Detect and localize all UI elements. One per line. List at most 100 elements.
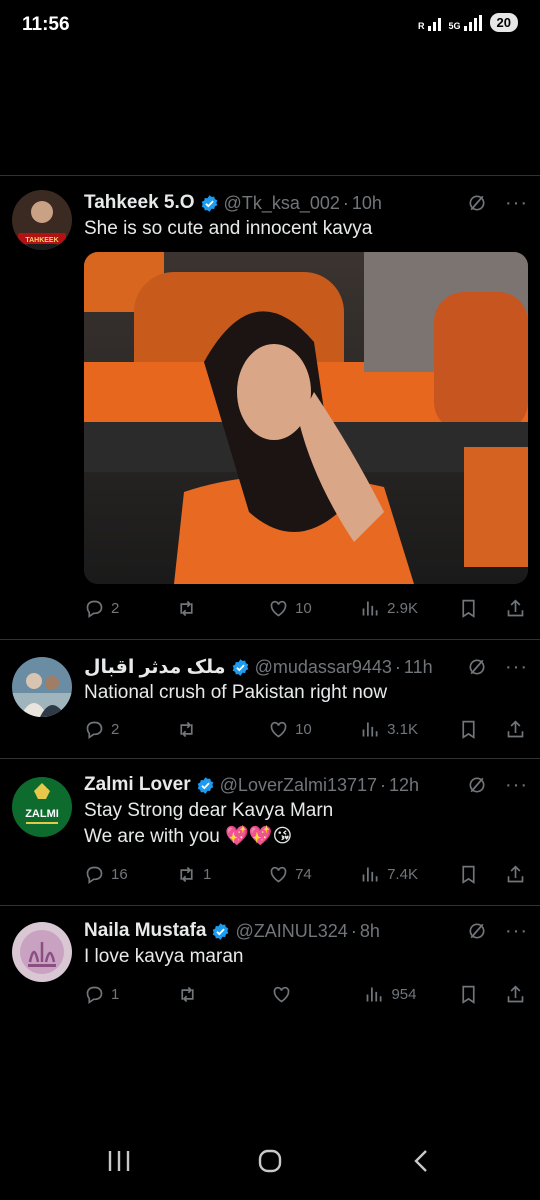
view-count: 7.4K [387,865,418,883]
recent-apps-icon [108,1151,130,1171]
battery-indicator: 20 [489,13,518,32]
reply-count: 16 [111,865,128,883]
share-button[interactable] [505,598,526,619]
reply-button[interactable]: 2 [84,598,136,619]
tweet-text: National crush of Pakistan right now [84,682,388,703]
author-handle[interactable]: @ZAINUL324 [235,921,347,942]
like-button[interactable] [271,984,323,1005]
heart-icon [270,721,287,737]
reply-button[interactable]: 16 [84,864,136,885]
avatar-logo-text: ZALMI [25,808,59,820]
bookmark-button[interactable] [458,598,479,619]
timestamp[interactable]: 11h [404,657,433,678]
bookmark-icon [462,720,475,739]
bookmark-button[interactable] [458,864,479,885]
views-icon [362,867,378,881]
tweet-photo[interactable] [84,252,528,584]
share-icon [507,864,524,882]
share-button[interactable] [505,984,526,1005]
reply-icon [86,866,103,884]
author-name[interactable]: Tahkeek 5.O [84,192,195,214]
system-navigation-bar [0,1130,540,1200]
separator-dot: · [342,192,349,213]
avatar-logo-text: TAHKEEK [25,237,58,244]
heart-icon [273,986,290,1002]
like-button[interactable]: 10 [268,598,320,619]
timestamp[interactable]: 8h [360,921,380,942]
views-button[interactable]: 3.1K [360,719,418,740]
verified-badge-icon [201,194,217,212]
retweet-button[interactable] [177,984,229,1005]
reply-button[interactable]: 2 [84,719,136,740]
more-options-icon[interactable]: ··· [505,775,528,795]
reply-icon [86,600,103,618]
share-icon [507,598,524,616]
retweet-button[interactable] [176,719,228,740]
tweet-actions: 2 10 2.9K [84,595,526,621]
share-icon [507,984,524,1002]
views-button[interactable]: 7.4K [360,864,418,885]
more-options-icon[interactable]: ··· [505,193,528,213]
tweet-header: Naila Mustafa @ZAINUL324 · 8h [84,918,528,944]
grok-icon[interactable] [467,657,487,677]
divider [0,639,540,640]
tweet-actions: 1 954 [84,981,526,1007]
tweet-text: I love kavya maran [84,946,244,967]
recent-apps-button[interactable] [107,1148,131,1179]
divider [0,905,540,906]
view-count: 2.9K [387,599,418,617]
author-handle[interactable]: @mudassar9443 [255,657,392,678]
status-icons: R 5G 20 [418,13,518,32]
share-button[interactable] [505,864,526,885]
back-icon [414,1150,427,1172]
grok-icon[interactable] [467,775,487,795]
back-button[interactable] [410,1148,432,1179]
more-options-icon[interactable]: ··· [505,657,528,677]
separator-dot: · [380,774,387,795]
views-button[interactable]: 954 [364,984,416,1005]
divider [0,175,540,176]
timestamp[interactable]: 10h [352,193,382,214]
avatar[interactable] [12,657,72,717]
avatar[interactable]: ZALMI [12,777,72,837]
reply-count: 1 [111,985,120,1003]
tweet-text: She is so cute and innocent kavya [84,218,373,239]
author-name[interactable]: ملک مدثر اقبال [84,656,226,679]
author-name[interactable]: Zalmi Lover [84,774,191,796]
avatar[interactable] [12,922,72,982]
like-count: 74 [295,865,312,883]
like-count: 10 [295,599,312,617]
share-button[interactable] [505,719,526,740]
retweet-button[interactable]: 1 [176,864,228,885]
author-handle[interactable]: @Tk_ksa_002 [224,193,340,214]
tweet-header: Tahkeek 5.O @Tk_ksa_002 · 10h [84,190,528,216]
retweet-count: 1 [203,865,212,883]
retweet-button[interactable] [176,598,228,619]
bookmark-button[interactable] [458,984,479,1005]
tweet-header: ملک مدثر اقبال @mudassar9443 · 11h [84,654,528,680]
home-button[interactable] [257,1148,283,1179]
timestamp[interactable]: 12h [389,775,419,796]
home-icon [258,1149,282,1173]
like-count: 10 [295,720,312,738]
grok-icon[interactable] [467,193,487,213]
tweet-text-line2: We are with you 💖💖😘 [84,826,293,847]
reply-button[interactable]: 1 [84,984,136,1005]
author-name[interactable]: Naila Mustafa [84,920,206,942]
retweet-icon [180,721,193,737]
bookmark-button[interactable] [458,719,479,740]
avatar[interactable]: TAHKEEK [12,190,72,250]
views-button[interactable]: 2.9K [360,598,418,619]
bookmark-icon [462,599,475,618]
more-options-icon[interactable]: ··· [505,921,528,941]
retweet-icon [180,866,193,882]
like-button[interactable]: 74 [268,864,320,885]
reply-count: 2 [111,599,120,617]
tweet-actions: 16 1 74 7.4K [84,861,526,887]
signal-icon: R [418,15,441,31]
author-handle[interactable]: @LoverZalmi13717 [220,775,377,796]
like-button[interactable]: 10 [268,719,320,740]
views-icon [362,722,378,736]
grok-icon[interactable] [467,921,487,941]
separator-dot: · [394,656,401,677]
